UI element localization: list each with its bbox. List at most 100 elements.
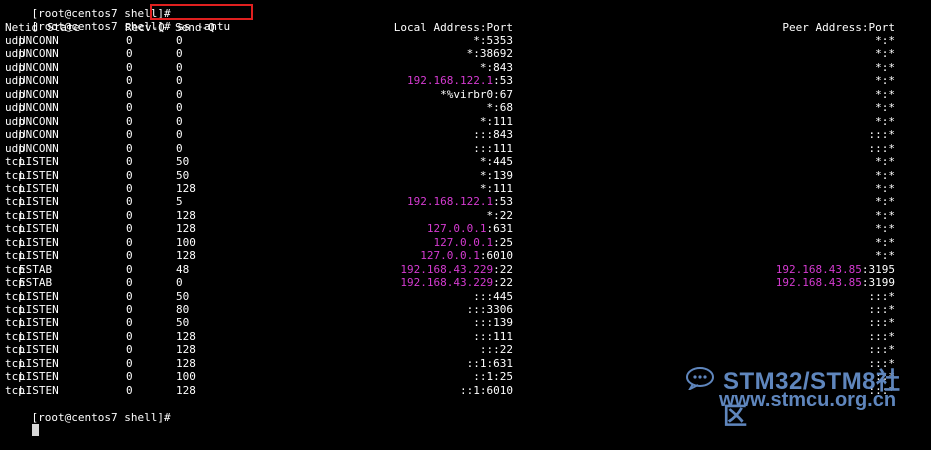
cell-sendq: 100	[176, 235, 196, 249]
table-row: tcp LISTEN 0 128 127.0.0.1:6010 *:*	[5, 249, 931, 262]
command-highlight-box	[150, 4, 253, 20]
local-port: :22	[493, 262, 513, 276]
local-port: *:22	[486, 208, 514, 222]
cell-peer-address: 192.168.43.85:3195	[776, 263, 895, 276]
cell-recvq: 0	[126, 195, 133, 209]
cell-local-address: ::1:6010	[460, 384, 513, 397]
cell-local-address: :::139	[473, 316, 513, 329]
cell-peer-address: *:*	[875, 61, 895, 74]
local-port: :25	[493, 235, 513, 249]
local-port: ::1:6010	[460, 383, 513, 397]
terminal-window[interactable]: [root@centos7 shell]# [root@centos7 shel…	[0, 0, 931, 436]
table-row: tcp ESTAB 0 48 192.168.43.229:22 192.168.43.8…	[5, 263, 931, 276]
cell-local-address: 192.168.43.229:22	[400, 263, 513, 276]
cell-sendq: 128	[176, 249, 196, 263]
cell-local-address: 192.168.122.1:53	[407, 74, 513, 87]
cell-local-address: *:5353	[473, 34, 513, 47]
cell-state: UNCONN	[19, 47, 59, 61]
cell-sendq: 0	[176, 47, 183, 61]
cell-peer-address: :::*	[869, 330, 896, 343]
local-ip: 127.0.0.1	[433, 235, 494, 249]
cell-local-address: *:111	[480, 115, 513, 128]
peer-port: *:*	[875, 47, 895, 61]
local-port: *:111	[479, 181, 513, 195]
cell-recvq: 0	[126, 370, 133, 384]
peer-port: *:*	[875, 155, 895, 169]
cell-sendq: 0	[176, 74, 183, 88]
cell-state: UNCONN	[19, 141, 59, 155]
cell-state: LISTEN	[19, 181, 59, 195]
cell-recvq: 0	[126, 249, 133, 263]
cell-sendq: 0	[176, 114, 183, 128]
cell-state: LISTEN	[19, 356, 59, 370]
cell-recvq: 0	[126, 316, 133, 330]
cell-state: LISTEN	[19, 289, 59, 303]
cell-recvq: 0	[126, 262, 133, 276]
header-sendq: Send-Q	[175, 21, 215, 34]
cell-recvq: 0	[126, 181, 133, 195]
table-row: tcp LISTEN 0 100 127.0.0.1:25 *:*	[5, 236, 931, 249]
cell-peer-address: *:*	[875, 169, 895, 182]
previous-prompt-line: [root@centos7 shell]#	[5, 0, 171, 20]
cell-sendq: 128	[176, 329, 196, 343]
cell-local-address: *:22	[487, 209, 514, 222]
header-peer-address: Peer Address:Port	[782, 21, 895, 34]
local-ip: 192.168.43.229	[400, 262, 494, 276]
cell-sendq: 0	[176, 87, 183, 101]
cell-recvq: 0	[126, 303, 133, 316]
table-row: udp UNCONN 0 0 *:843 *:*	[5, 61, 931, 74]
bottom-prompt-line[interactable]: [root@centos7 shell]#	[5, 398, 171, 436]
cell-recvq: 0	[126, 289, 133, 303]
peer-port: :::*	[868, 303, 896, 316]
watermark: STM32/STM8社区 www.stmcu.org.cn	[683, 358, 923, 430]
local-port: :::111	[473, 329, 513, 343]
table-row: udp UNCONN 0 0 *:68 *:*	[5, 101, 931, 114]
cell-recvq: 0	[126, 208, 133, 222]
cell-state: UNCONN	[19, 60, 59, 74]
table-row: tcp LISTEN 0 128 *:111 *:*	[5, 182, 931, 195]
cell-state: LISTEN	[19, 249, 59, 263]
peer-port: *:*	[875, 222, 895, 236]
local-port: *:111	[479, 114, 513, 128]
local-ip: 192.168.122.1	[407, 74, 494, 88]
cell-local-address: *:843	[480, 61, 513, 74]
cell-peer-address: *:*	[875, 182, 895, 195]
table-row: udp UNCONN 0 0:::843:::*	[5, 128, 931, 141]
cell-state: LISTEN	[19, 370, 59, 384]
peer-port: :::*	[868, 329, 896, 343]
cell-state: LISTEN	[19, 168, 59, 182]
cell-state: LISTEN	[19, 235, 59, 249]
peer-port: *:*	[875, 249, 895, 263]
cell-peer-address: *:*	[875, 74, 895, 87]
cell-recvq: 0	[126, 141, 133, 155]
table-row: udp UNCONN 0 0 *:38692 *:*	[5, 47, 931, 60]
table-row: tcp LISTEN 0 128 127.0.0.1:631 *:*	[5, 222, 931, 235]
cell-recvq: 0	[126, 168, 133, 182]
cell-local-address: *:111	[480, 182, 513, 195]
cell-sendq: 128	[176, 343, 196, 357]
peer-port: *:*	[875, 60, 895, 74]
watermark-url: www.stmcu.org.cn	[719, 389, 897, 411]
cell-local-address: *:38692	[467, 47, 513, 60]
local-port: *:5353	[473, 34, 513, 47]
cell-local-address: :::111	[473, 142, 513, 155]
shell-prompt-bottom: [root@centos7 shell]#	[31, 411, 171, 424]
peer-ip: 192.168.43.85	[775, 262, 862, 276]
cell-state: LISTEN	[19, 222, 59, 236]
local-port: :::843	[473, 128, 513, 142]
cell-local-address: 127.0.0.1:6010	[420, 249, 513, 262]
cell-state: UNCONN	[19, 87, 59, 101]
cell-local-address: *:445	[480, 155, 513, 168]
peer-port: :::*	[868, 289, 896, 303]
peer-port: *:*	[875, 87, 895, 101]
cell-local-address: ::1:631	[467, 357, 513, 370]
peer-ip: 192.168.43.85	[775, 276, 862, 290]
local-port: :631	[486, 222, 514, 236]
cell-sendq: 100	[176, 370, 196, 384]
cell-state: UNCONN	[19, 128, 59, 142]
local-port: :::139	[473, 316, 513, 330]
cell-sendq: 50	[176, 289, 190, 303]
cell-local-address: *:139	[480, 169, 513, 182]
cell-sendq: 50	[176, 168, 190, 182]
peer-port: *:*	[875, 114, 895, 128]
